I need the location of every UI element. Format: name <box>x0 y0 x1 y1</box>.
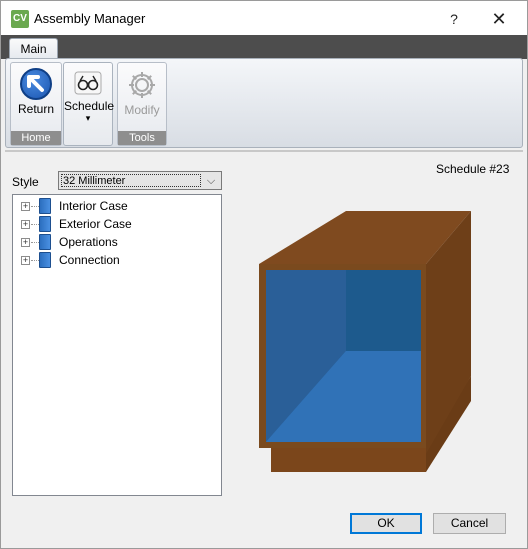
return-arrow-icon <box>20 68 52 100</box>
gear-icon <box>126 69 158 101</box>
group-home-label: Home <box>11 131 61 145</box>
schedule-button[interactable]: Schedule ▾ <box>63 62 115 146</box>
schedule-number: Schedule #23 <box>436 162 510 176</box>
app-logo-icon: CV <box>11 10 29 28</box>
assembly-manager-window: CV Assembly Manager ? ✕ Main Return Home <box>0 0 528 549</box>
assembly-tree[interactable]: + Interior Case + Exterior Case + Operat… <box>12 194 222 496</box>
group-tools: Modify Tools <box>117 62 167 146</box>
expand-icon[interactable]: + <box>21 202 30 211</box>
cabinet-preview <box>241 196 511 496</box>
tab-main[interactable]: Main <box>9 38 58 60</box>
style-label: Style <box>12 175 39 189</box>
modify-label: Modify <box>124 103 160 117</box>
tree-connector <box>31 206 39 207</box>
book-icon <box>39 198 51 214</box>
style-select-value: 32 Millimeter <box>61 174 201 187</box>
tree-connector <box>31 224 39 225</box>
dropdown-arrow-icon: ▾ <box>85 113 91 123</box>
book-icon <box>39 216 51 232</box>
ok-button[interactable]: OK <box>350 513 422 534</box>
book-icon <box>39 252 51 268</box>
modify-button[interactable]: Modify <box>118 65 166 117</box>
tree-item-label: Interior Case <box>59 199 128 213</box>
chevron-down-icon: ⌵ <box>206 175 216 187</box>
ribbon: Return Home Schedule ▾ Modify Tools <box>5 58 523 148</box>
tree-item[interactable]: + Interior Case <box>21 198 211 216</box>
cancel-button[interactable]: Cancel <box>433 513 506 534</box>
window-title: Assembly Manager <box>34 11 146 26</box>
style-select[interactable]: 32 Millimeter ⌵ <box>58 171 222 190</box>
expand-icon[interactable]: + <box>21 220 30 229</box>
tree-item[interactable]: + Operations <box>21 234 211 252</box>
book-icon <box>39 234 51 250</box>
ribbon-tab-strip <box>1 35 527 59</box>
tree-item-label: Exterior Case <box>59 217 132 231</box>
expand-icon[interactable]: + <box>21 238 30 247</box>
tree-connector <box>31 242 39 243</box>
tree-connector <box>31 260 39 261</box>
tree-item[interactable]: + Connection <box>21 252 211 270</box>
return-button[interactable]: Return <box>11 65 61 116</box>
tree-item[interactable]: + Exterior Case <box>21 216 211 234</box>
help-button[interactable]: ? <box>439 6 469 32</box>
group-tools-label: Tools <box>118 131 166 145</box>
group-home: Return Home <box>10 62 62 146</box>
glasses-icon <box>74 71 102 95</box>
tree-item-label: Connection <box>59 253 120 267</box>
close-button[interactable]: ✕ <box>481 6 517 32</box>
cabinet-3d-image <box>259 211 471 472</box>
schedule-label: Schedule <box>64 99 115 113</box>
expand-icon[interactable]: + <box>21 256 30 265</box>
title-bar: CV Assembly Manager ? ✕ <box>1 1 527 35</box>
ribbon-divider <box>5 150 523 152</box>
tree-item-label: Operations <box>59 235 118 249</box>
return-label: Return <box>17 102 55 116</box>
